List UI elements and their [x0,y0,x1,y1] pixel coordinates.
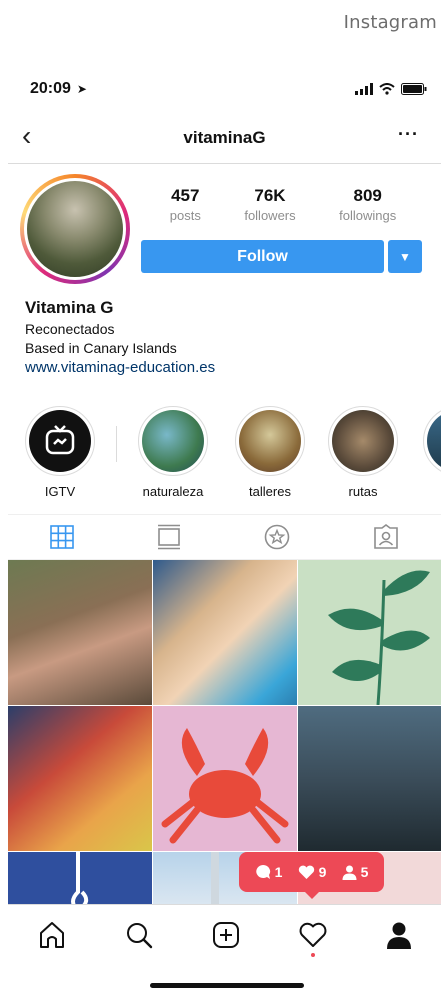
story-highlights: IGTV naturaleza talleres rutas [8,406,441,506]
grid-photo[interactable] [153,706,297,851]
avatar[interactable] [20,174,130,284]
tagged-icon[interactable] [373,524,399,550]
grid-photo[interactable] [298,706,441,851]
caption-label: Instagram [343,12,437,33]
profile-stats: 457 posts 76K followers 809 followings [148,186,418,223]
avatar-image [27,181,123,277]
grid-photo[interactable] [298,560,441,706]
highlight-rutas[interactable]: rutas [325,406,401,499]
grid-photo[interactable] [8,560,152,705]
starred-icon[interactable] [264,524,290,550]
bio-line: Reconectados [25,321,115,337]
follow-button[interactable]: Follow [141,240,384,273]
highlight-igtv[interactable]: IGTV [22,406,98,499]
follows-count: 5 [360,864,369,880]
nav-bar: ‹ vitaminaG ··· [8,112,441,164]
new-post-icon[interactable] [212,921,240,949]
comments-count: 1 [274,864,283,880]
plant-illustration [328,570,430,706]
highlight-talleres[interactable]: talleres [232,406,308,499]
location-arrow-icon: ➤ [76,82,87,96]
activity-notification-bubble[interactable]: 1 9 5 [239,852,384,899]
status-icons [355,83,427,95]
search-icon[interactable] [125,921,153,949]
profile-name: Vitamina G [25,298,114,317]
profile-tabs [8,514,441,560]
heart-icon [298,865,314,879]
home-icon[interactable] [38,921,66,949]
feed-view-icon[interactable] [157,524,181,550]
status-bar: 20:09 ➤ [8,66,441,112]
wifi-icon [379,83,395,95]
bottom-tab-bar [8,904,441,992]
activity-indicator-dot [311,953,315,957]
back-chevron-icon[interactable]: ‹ [22,122,31,150]
stat-followings[interactable]: 809 followings [339,186,396,223]
stat-followers[interactable]: 76K followers [244,186,295,223]
grid-photo[interactable] [8,852,152,913]
bio-line: Based in Canary Islands [25,340,177,356]
activity-heart-icon[interactable] [299,922,327,948]
bio-website-link[interactable]: www.vitaminag-education.es [25,358,215,377]
person-icon [342,865,357,880]
status-time: 20:09 [30,80,71,97]
battery-icon [401,83,427,95]
stat-posts[interactable]: 457 posts [170,186,201,223]
more-options-icon[interactable]: ··· [398,124,419,145]
suggested-accounts-dropdown-icon[interactable]: ▼ [388,240,422,273]
highlight-more[interactable] [420,406,441,476]
home-indicator [150,983,304,988]
profile-username-title: vitaminaG [183,127,266,147]
crab-illustration [161,728,289,844]
profile-bio: Vitamina G Reconectados Based in Canary … [25,298,215,377]
grid-photo[interactable] [8,706,152,851]
highlight-naturaleza[interactable]: naturaleza [135,406,211,499]
comment-icon [255,864,270,879]
likes-count: 9 [318,864,327,880]
igtv-icon [29,410,91,472]
highlights-divider [116,426,117,462]
grid-view-icon[interactable] [49,525,74,549]
grid-photo[interactable] [153,560,297,705]
profile-icon[interactable] [386,921,412,949]
phone-screen: 20:09 ➤ ‹ vitaminaG ··· 457 posts 76K fo… [8,66,441,992]
signal-icon [355,83,373,95]
